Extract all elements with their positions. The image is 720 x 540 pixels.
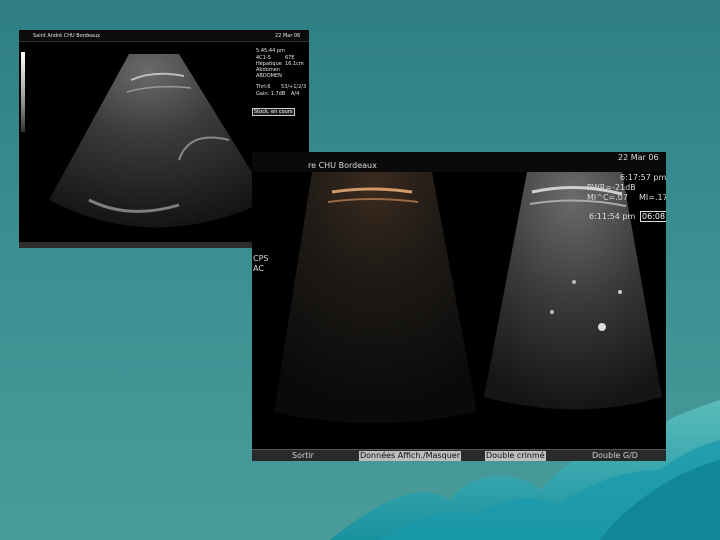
scan2-mic: MI^C=.07 xyxy=(587,193,628,202)
ultrasound-image-2: re CHU Bordeaux 22 Mar 06 6:17:57 pm PWR… xyxy=(252,152,666,461)
scan1-settings: 53/+1/2/3 xyxy=(281,84,307,90)
scan2-label-cps: CPS xyxy=(253,254,269,263)
scan1-depth: 16.1cm xyxy=(285,61,304,67)
scan1-exam-upper: ABDOMEN xyxy=(256,73,282,79)
dual-lr-button[interactable]: Double G/D xyxy=(592,451,638,461)
scan2-header: re CHU Bordeaux 22 Mar 06 xyxy=(252,152,666,172)
scan2-time2: 6:11:54 pm xyxy=(589,212,636,221)
scan2-time: 6:17:57 pm xyxy=(620,173,666,182)
scan2-date: 22 Mar 06 xyxy=(618,153,659,162)
scan1-institution: Saint André CHU Bordeaux xyxy=(33,33,101,39)
scan2-time2-box: 06:08 xyxy=(640,211,666,222)
scan1-date: 22 Mar 06 xyxy=(275,33,301,39)
scan2-pwr: PWR=-21dB xyxy=(587,183,636,192)
scan1-time: 5:45:44 pm xyxy=(256,48,285,54)
scan2-button-bar: Sortir Données Affich./Masquer Double cr… xyxy=(252,449,666,461)
scan2-label-ac: AC xyxy=(253,264,264,273)
sortir-button[interactable]: Sortir xyxy=(292,451,314,461)
toggle-data-button[interactable]: Données Affich./Masquer xyxy=(359,451,461,461)
stock-status: Stock. en cours xyxy=(252,108,295,116)
scan1-thrl: Thrl:6 xyxy=(256,84,271,90)
scan2-institution: re CHU Bordeaux xyxy=(308,161,377,170)
scan1-gain: Gain: 1.7dB xyxy=(256,91,286,97)
dual-mode-button[interactable]: Double crinmé xyxy=(485,451,546,461)
scan2-mi: MI=.17 xyxy=(639,193,666,202)
scan1-mode: A/4 xyxy=(291,91,300,97)
